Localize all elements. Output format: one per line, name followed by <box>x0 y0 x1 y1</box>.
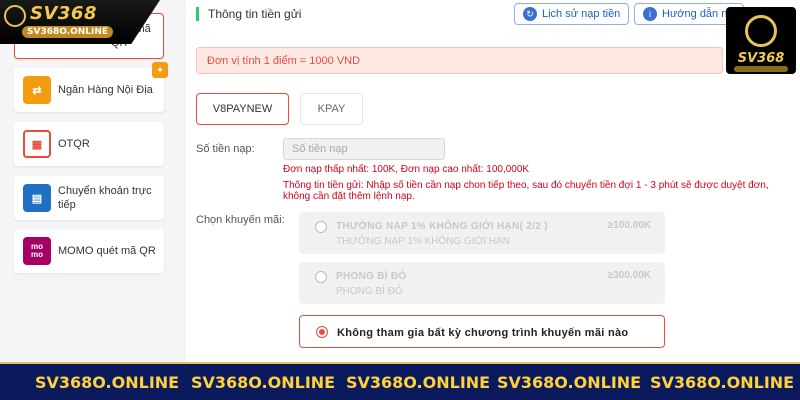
deposit-limits-text: Đơn nạp thấp nhất: 100K, Đơn nạp cao nhấ… <box>283 164 530 175</box>
section-title: Thông tin tiền gửi <box>196 7 301 21</box>
payment-method-bank[interactable]: ⇄ Ngân Hàng Nội Địa ✦ <box>14 62 168 112</box>
banner-domain-text: SV368O.ONLINE <box>191 373 336 392</box>
banner-domain-text: SV368O.ONLINE <box>650 373 795 392</box>
payment-method-label: Ngân Hàng Nội Địa <box>58 84 153 96</box>
promotion-label: Chọn khuyến mãi: <box>196 214 285 226</box>
brand-logo-large: SV368 <box>726 7 796 74</box>
payment-method-label: Chuyển khoản trực tiếp <box>58 185 152 211</box>
promotion-option-1[interactable]: THƯỞNG NẠP 1% KHÔNG GIỚI HẠN( 2/2 ) THƯỞ… <box>299 212 665 254</box>
promotion-threshold: ≥100.00K <box>607 220 651 231</box>
momo-icon: mo mo <box>23 237 51 265</box>
payment-method-sidebar: quét mã QR ⇄ Ngân Hàng Nội Địa ✦ ▦ OTQR … <box>0 0 185 362</box>
logo-ribbon <box>734 66 788 72</box>
amount-label: Số tiền nạp: <box>196 143 255 155</box>
unit-notice: Đơn vị tính 1 điểm = 1000 VND <box>196 47 723 74</box>
promotion-title: PHONG BÌ ĐỎ <box>336 271 407 282</box>
brand-domain: SV368O.ONLINE <box>22 26 114 38</box>
amount-input[interactable]: Số tiền nạp <box>283 138 445 160</box>
bank-transfer-icon: ⇄ <box>23 76 51 104</box>
radio-button[interactable] <box>315 221 327 233</box>
banner-domain-text: SV368O.ONLINE <box>346 373 491 392</box>
radio-button[interactable] <box>315 271 327 283</box>
logo-emblem-icon <box>4 5 26 27</box>
info-icon: i <box>643 7 657 21</box>
tab-kpay[interactable]: KPAY <box>300 93 363 125</box>
deposit-history-button[interactable]: ↻ Lịch sử nạp tiền <box>514 3 630 25</box>
payment-method-label: OTQR <box>58 138 90 150</box>
deposit-info-text: Thông tin tiền gửi: Nhập số tiền cần nạp… <box>283 180 769 202</box>
promotion-title: Không tham gia bất kỳ chương trình khuyế… <box>337 327 629 339</box>
radio-button-selected[interactable] <box>316 326 328 338</box>
brand-name-large: SV368 <box>737 51 785 66</box>
history-icon: ↻ <box>523 7 537 21</box>
banner-domain-text: SV368O.ONLINE <box>35 373 180 392</box>
payment-method-label: MOMO quét mã QR <box>58 245 156 257</box>
tab-v8paynew[interactable]: V8PAYNEW <box>196 93 289 125</box>
domain-banner: SV368O.ONLINE SV368O.ONLINE SV368O.ONLIN… <box>0 362 800 400</box>
promotion-option-2[interactable]: PHONG BÌ ĐỎ PHONG BÌ ĐỎ ≥300.00K <box>299 262 665 304</box>
promotion-subtitle: THƯỞNG NẠP 1% KHÔNG GIỚI HẠN <box>336 236 510 247</box>
deposit-panel: Thông tin tiền gửi ↻ Lịch sử nạp tiền i … <box>186 0 800 362</box>
payment-method-otqr[interactable]: ▦ OTQR <box>14 122 164 166</box>
gift-icon: ✦ <box>152 62 168 78</box>
promotion-subtitle: PHONG BÌ ĐỎ <box>336 286 403 297</box>
payment-method-direct-transfer[interactable]: ▤ Chuyển khoản trực tiếp <box>14 176 164 220</box>
logo-emblem-icon <box>745 15 777 47</box>
qr-code-icon: ▦ <box>23 130 51 158</box>
payment-method-momo[interactable]: mo mo MOMO quét mã QR <box>14 229 164 273</box>
bank-card-icon: ▤ <box>23 184 51 212</box>
deposit-history-label: Lịch sử nạp tiền <box>542 8 621 20</box>
promotion-option-none[interactable]: Không tham gia bất kỳ chương trình khuyế… <box>299 315 665 348</box>
promotion-threshold: ≥300.00K <box>607 270 651 281</box>
banner-domain-text: SV368O.ONLINE <box>497 373 642 392</box>
brand-name: SV368 <box>30 3 97 24</box>
guide-label: Hướng dẫn na <box>662 8 734 20</box>
promotion-title: THƯỞNG NẠP 1% KHÔNG GIỚI HẠN( 2/2 ) <box>336 221 548 232</box>
